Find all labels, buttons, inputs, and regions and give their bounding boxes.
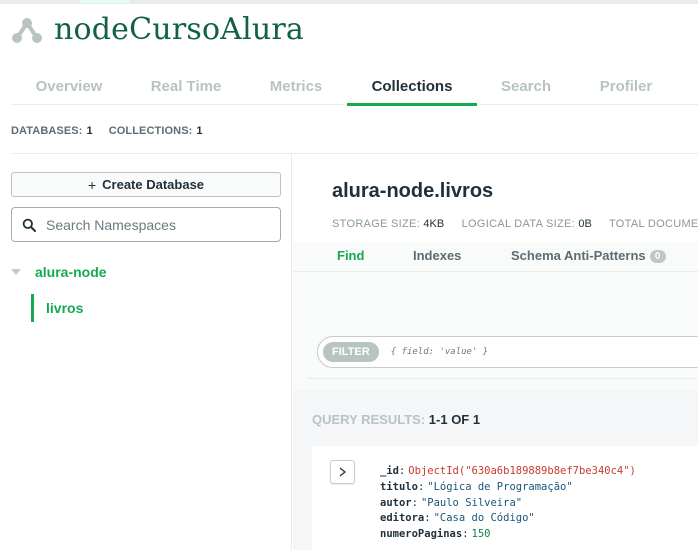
active-indicator <box>31 294 34 322</box>
cluster-stats: DATABASES: 1 COLLECTIONS: 1 <box>11 125 215 137</box>
query-results-header: QUERY RESULTS: 1-1 OF 1 <box>312 412 480 427</box>
sidebar: + Create Database alura-node livros <box>0 154 292 550</box>
count-badge: 0 <box>649 250 666 264</box>
tab-real-time[interactable]: Real Time <box>127 70 245 105</box>
tab-overview[interactable]: Overview <box>11 70 127 105</box>
top-strip-highlight <box>80 0 130 3</box>
plus-icon: + <box>87 176 97 193</box>
document-field-numero-paginas: numeroPaginas: 150 <box>380 528 491 541</box>
databases-value: 1 <box>86 125 93 137</box>
divider <box>308 378 698 379</box>
create-database-label: Create Database <box>102 177 205 192</box>
databases-label: DATABASES: <box>11 125 83 137</box>
filter-input[interactable]: FILTER { field: 'value' } <box>317 336 698 368</box>
document-field-autor: autor: "Paulo Silveira" <box>380 496 523 509</box>
collections-label: COLLECTIONS: <box>108 125 193 137</box>
schema-anti-patterns-label: Schema Anti-Patterns <box>511 248 646 263</box>
storage-size-value: 4KB <box>423 218 445 230</box>
query-results-count: 1-1 OF 1 <box>428 412 481 427</box>
storage-size-label: STORAGE SIZE: <box>332 218 421 230</box>
top-strip <box>0 0 698 4</box>
collection-subtabs: Find Indexes Schema Anti-Patterns 0 <box>293 242 698 272</box>
search-icon <box>22 218 36 232</box>
database-name[interactable]: alura-node <box>35 264 107 280</box>
collection-name[interactable]: livros <box>46 300 83 316</box>
document-field-editora: editora: "Casa do Código" <box>380 512 535 525</box>
tab-search[interactable]: Search <box>477 70 575 105</box>
search-namespaces-input[interactable] <box>46 216 266 233</box>
tab-collections[interactable]: Collections <box>347 70 477 106</box>
query-results: QUERY RESULTS: 1-1 OF 1 _id: ObjectId("63… <box>293 390 698 550</box>
total-documents-label: TOTAL DOCUMENTS: <box>608 218 698 230</box>
cluster-icon <box>12 18 42 43</box>
sidebar-item-database[interactable]: alura-node <box>11 262 107 282</box>
expand-document-button[interactable] <box>330 460 355 484</box>
logical-size-label: LOGICAL DATA SIZE: <box>461 218 575 230</box>
search-namespaces[interactable] <box>11 207 281 242</box>
sidebar-item-collection[interactable]: livros <box>31 294 83 322</box>
create-database-button[interactable]: + Create Database <box>11 172 281 197</box>
tab-metrics[interactable]: Metrics <box>245 70 347 105</box>
collection-view: alura-node.livros STORAGE SIZE: 4KB LOGI… <box>293 154 698 550</box>
tab-schema-anti-patterns[interactable]: Schema Anti-Patterns 0 <box>511 248 666 264</box>
namespace-title: alura-node.livros <box>332 180 494 202</box>
document-card: _id: ObjectId("630a6b189889b8ef7be340c4")… <box>312 446 698 550</box>
document-fields: _id: ObjectId("630a6b189889b8ef7be340c4")… <box>380 464 636 543</box>
tab-find[interactable]: Find <box>337 248 364 263</box>
tab-indexes[interactable]: Indexes <box>413 248 461 263</box>
document-field-titulo: titulo: "Lógica de Programação" <box>380 480 573 493</box>
query-bar: FILTER { field: 'value' } <box>293 272 698 390</box>
cluster-name: nodeCursoAlura <box>54 12 305 47</box>
caret-down-icon[interactable] <box>11 269 21 275</box>
logical-size-value: 0B <box>578 218 592 230</box>
cluster-tabs: Overview Real Time Metrics Collections S… <box>11 70 698 106</box>
tab-profiler[interactable]: Profiler <box>575 70 677 105</box>
collections-value: 1 <box>196 125 203 137</box>
cluster-header: nodeCursoAlura <box>12 12 304 48</box>
chevron-right-icon <box>339 467 347 477</box>
query-results-label: QUERY RESULTS: <box>312 412 426 427</box>
document-field-id: _id: ObjectId("630a6b189889b8ef7be340c4") <box>380 465 636 477</box>
collection-stats: STORAGE SIZE: 4KB LOGICAL DATA SIZE: 0B … <box>332 218 698 230</box>
filter-label: FILTER <box>323 342 379 362</box>
filter-placeholder[interactable]: { field: 'value' } <box>391 347 489 357</box>
